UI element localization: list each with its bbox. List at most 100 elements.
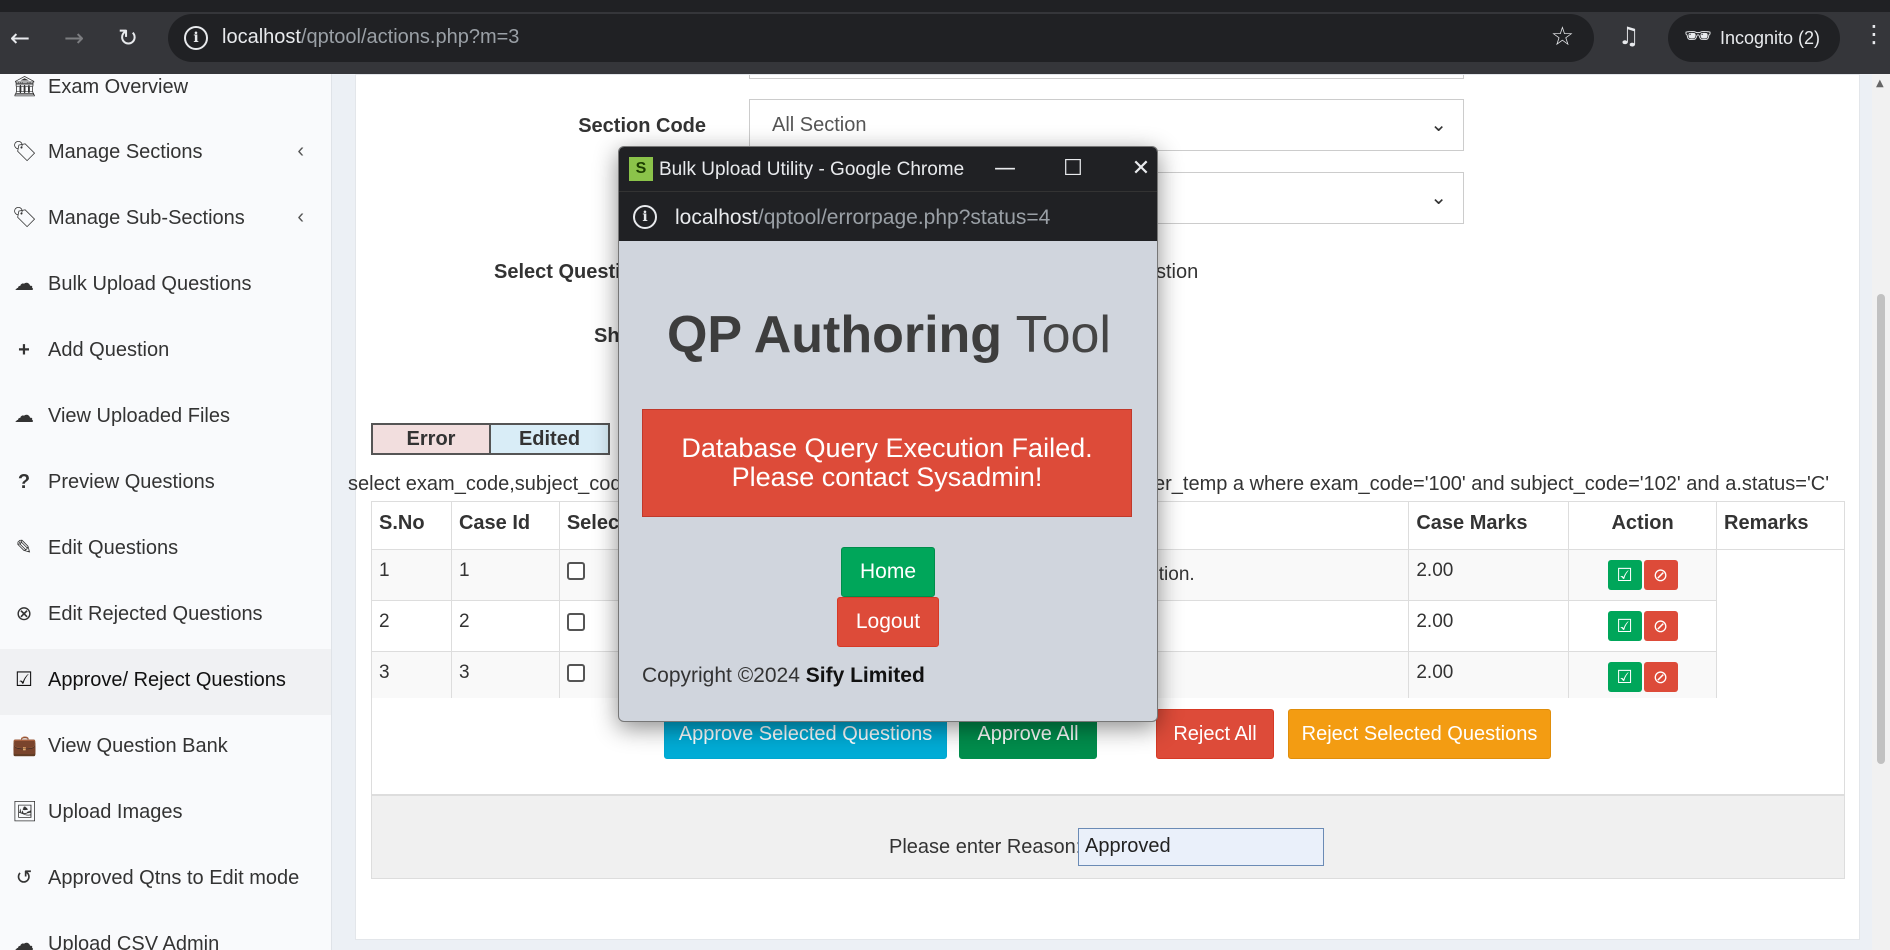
sql-text-left: select exam_code,subject_code — [348, 473, 633, 495]
bank-icon: 🏛 — [12, 76, 38, 98]
cell-sno: 3 — [371, 651, 452, 703]
scrollbar-thumb[interactable] — [1877, 294, 1885, 764]
cell-marks: 2.00 — [1408, 651, 1570, 703]
col-sno: S.No — [371, 501, 452, 550]
sidebar-item-label: Preview Questions — [48, 471, 215, 493]
tab-strip — [0, 0, 1890, 12]
sidebar-item-upload-images[interactable]: 🖼 Upload Images — [0, 781, 331, 847]
tag-icon: 🏷 — [12, 141, 38, 163]
reject-icon[interactable]: ⊘ — [1643, 560, 1678, 590]
copyright-company: Sify Limited — [805, 664, 925, 687]
cell-case-id: 2 — [450, 600, 560, 652]
sidebar-item-bulk-upload[interactable]: ☁ Bulk Upload Questions — [0, 253, 331, 319]
row-checkbox[interactable] — [566, 664, 585, 682]
page-scrollbar[interactable]: ▲ — [1872, 74, 1890, 950]
chevron-left-icon: ‹ — [297, 140, 304, 162]
popup-url[interactable]: localhost/qptool/errorpage.php?status=4 — [675, 206, 1050, 230]
approve-icon[interactable]: ☑ — [1607, 560, 1642, 590]
maximize-icon[interactable]: ☐ — [1055, 153, 1091, 185]
check-square-icon: ☑ — [15, 669, 33, 691]
sidebar-item-label: Bulk Upload Questions — [48, 273, 252, 295]
previous-field-edge — [749, 75, 1464, 79]
media-icon[interactable]: ♫ — [1618, 22, 1640, 50]
back-arrow-icon[interactable]: ← — [4, 22, 36, 54]
cloud-upload-icon: ☁ — [14, 405, 34, 427]
approve-icon[interactable]: ☑ — [1607, 662, 1642, 692]
reject-all-button[interactable]: Reject All — [1156, 709, 1274, 759]
popup-titlebar[interactable]: S Bulk Upload Utility - Google Chrome — … — [619, 147, 1157, 191]
sidebar-item-preview-questions[interactable]: ? Preview Questions — [0, 451, 331, 517]
incognito-label: Incognito (2) — [1720, 28, 1821, 48]
sql-debug-text-right: er_temp a where exam_code='100' and subj… — [1154, 473, 1830, 495]
address-bar[interactable]: i localhost/qptool/actions.php?m=3 ☆ — [168, 14, 1594, 62]
sidebar-item-add-question[interactable]: + Add Question — [0, 319, 331, 385]
app-title: QP Authoring Tool — [619, 305, 1157, 365]
sidebar-item-label: Approved Qtns to Edit mode — [48, 867, 300, 889]
sidebar-item-approve-reject[interactable]: ☑ Approve/ Reject Questions — [0, 649, 331, 715]
approve-icon[interactable]: ☑ — [1607, 611, 1642, 641]
question-icon: ? — [17, 471, 31, 493]
section-code-value: All Section — [772, 114, 867, 136]
reject-icon[interactable]: ⊘ — [1643, 611, 1678, 641]
sidebar-item-exam-overview[interactable]: 🏛 Exam Overview — [0, 74, 331, 122]
sidebar-item-edit-rejected[interactable]: ⊗ Edit Rejected Questions — [0, 583, 331, 649]
reject-selected-button[interactable]: Reject Selected Questions — [1288, 709, 1551, 759]
minimize-icon[interactable]: — — [987, 153, 1023, 185]
sidebar-item-label: View Question Bank — [48, 735, 228, 757]
info-icon[interactable]: i — [633, 205, 657, 229]
row-checkbox[interactable] — [566, 613, 585, 631]
cell-action: ☑ ⊘ — [1568, 600, 1718, 652]
copyright-prefix: Copyright ©2024 — [642, 664, 800, 687]
plus-icon: + — [18, 339, 30, 361]
cloud-upload-icon: ☁ — [14, 273, 34, 295]
logout-button[interactable]: Logout — [837, 597, 939, 647]
sidebar-item-label: View Uploaded Files — [48, 405, 230, 427]
undo-icon: ↺ — [15, 867, 33, 889]
app-title-bold: QP Authoring — [666, 306, 1003, 364]
star-icon[interactable]: ☆ — [1551, 22, 1574, 52]
popup-address-bar[interactable]: i localhost/qptool/errorpage.php?status=… — [619, 191, 1157, 241]
forward-arrow-icon[interactable]: → — [58, 22, 90, 54]
cloud-upload-icon: ☁ — [14, 933, 34, 950]
sql-debug-text: select exam_code,subject_code — [348, 473, 633, 496]
error-line-1: Database Query Execution Failed. — [681, 433, 1093, 463]
sidebar: 🏛 Exam Overview 🏷 Manage Sections ‹ 🏷 Ma… — [0, 74, 332, 950]
sidebar-item-approved-to-edit[interactable]: ↺ Approved Qtns to Edit mode — [0, 847, 331, 913]
briefcase-icon: 💼 — [12, 735, 37, 757]
close-icon[interactable]: ✕ — [1123, 153, 1157, 185]
info-icon[interactable]: i — [184, 26, 208, 50]
popup-window-title: Bulk Upload Utility - Google Chrome — [659, 159, 965, 180]
reload-icon[interactable]: ↻ — [112, 22, 144, 54]
sidebar-item-view-question-bank[interactable]: 💼 View Question Bank — [0, 715, 331, 781]
error-line-2: Please contact Sysadmin! — [731, 462, 1043, 492]
favicon-icon: S — [629, 157, 653, 181]
sidebar-item-edit-questions[interactable]: ✎ Edit Questions — [0, 517, 331, 583]
sidebar-item-view-uploaded-files[interactable]: ☁ View Uploaded Files — [0, 385, 331, 451]
cell-sno: 1 — [371, 549, 452, 601]
kebab-menu-icon[interactable]: ⋮ — [1862, 20, 1886, 48]
sidebar-item-label: Upload Images — [48, 801, 183, 823]
home-button[interactable]: Home — [841, 547, 935, 597]
cell-marks: 2.00 — [1408, 600, 1570, 652]
reject-icon[interactable]: ⊘ — [1643, 662, 1678, 692]
reason-input[interactable]: Approved — [1078, 828, 1324, 866]
image-icon: 🖼 — [12, 801, 38, 823]
row-checkbox[interactable] — [566, 562, 585, 580]
address-url[interactable]: localhost/qptool/actions.php?m=3 — [222, 26, 519, 49]
cell-action: ☑ ⊘ — [1568, 651, 1718, 703]
sidebar-item-label: Exam Overview — [48, 76, 189, 98]
incognito-indicator[interactable]: 🕶 Incognito (2) — [1668, 14, 1840, 62]
sidebar-item-manage-sections[interactable]: 🏷 Manage Sections ‹ — [0, 121, 331, 187]
scroll-up-icon[interactable]: ▲ — [1876, 78, 1884, 89]
tags-icon: 🏷 — [12, 207, 38, 229]
section-code-select[interactable]: All Section ⌄ — [749, 99, 1464, 151]
sidebar-item-label: Add Question — [48, 339, 170, 361]
sidebar-item-upload-csv-admin[interactable]: ☁ Upload CSV Admin — [0, 913, 331, 950]
select-question-option[interactable]: stion — [1156, 261, 1198, 284]
col-case-marks: Case Marks — [1408, 501, 1570, 550]
cell-case-id: 1 — [450, 549, 560, 601]
cell-action: ☑ ⊘ — [1568, 549, 1718, 601]
sidebar-item-manage-sub-sections[interactable]: 🏷 Manage Sub-Sections ‹ — [0, 187, 331, 253]
browser-toolbar: ← → ↻ i localhost/qptool/actions.php?m=3… — [0, 0, 1890, 74]
copyright-text: Copyright ©2024 Sify Limited — [642, 664, 925, 688]
